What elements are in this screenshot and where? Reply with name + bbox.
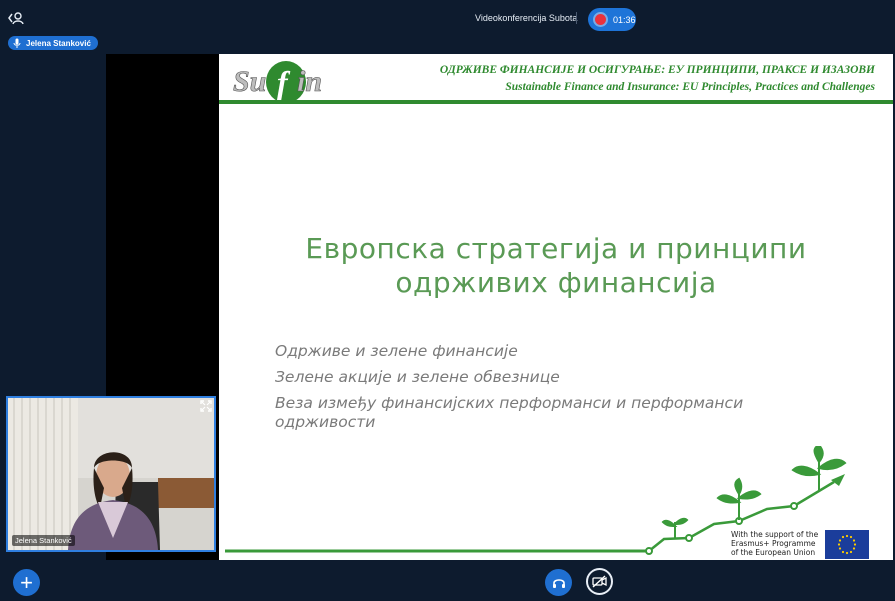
microphone-icon (13, 38, 21, 48)
header-divider (219, 100, 893, 104)
headphones-icon (552, 578, 565, 588)
video-toggle-button[interactable] (586, 568, 613, 595)
speaker-badge: Jelena Stanković (8, 36, 98, 50)
slide-header-english: Sustainable Finance and Insurance: EU Pr… (505, 81, 875, 93)
participant-video-frame (8, 398, 214, 550)
slide-title-line2: одрживих финансија (395, 266, 717, 299)
video-participant-name: Jelena Stanković (12, 535, 75, 546)
erasmus-line: Erasmus+ Programme (731, 539, 816, 548)
erasmus-line: of the European Union (731, 548, 816, 557)
audio-button[interactable] (545, 569, 572, 596)
bullet-item: Зелене акције и зелене обвезнице (275, 368, 560, 386)
participant-video-tile[interactable]: Jelena Stanković (6, 396, 216, 552)
speaker-name: Jelena Stanković (26, 38, 91, 48)
bullet-item: Одрживе и зелене финансије (275, 342, 518, 360)
record-icon (595, 14, 606, 25)
slide-title-line1: Европска стратегија и принципи (305, 232, 807, 265)
slide-bullets: Одрживе и зелене финансије Зелене акције… (275, 342, 795, 439)
expand-icon[interactable] (200, 400, 212, 412)
recording-timer[interactable]: 01:36 (588, 8, 636, 31)
plus-icon: + (20, 569, 33, 595)
sufin-logo: Su f in (233, 61, 322, 103)
meeting-title: Videokonferencija Subota (475, 13, 578, 23)
add-button[interactable]: + (13, 569, 40, 596)
slide-title: Европска стратегија и принципи одрживих … (259, 232, 853, 300)
title-separator (576, 12, 577, 24)
erasmus-support-text: With the support of the Erasmus+ Program… (731, 530, 818, 557)
bullet-item: Веза између финансијских перформанси и п… (275, 394, 744, 431)
timer-text: 01:36 (613, 14, 636, 25)
svg-text:Su: Su (233, 65, 266, 98)
user-back-icon[interactable] (7, 10, 25, 26)
eu-flag-icon (825, 530, 869, 559)
svg-text:in: in (297, 65, 322, 98)
shared-slide: Su f in ОДРЖИВЕ ФИНАНСИЈЕ И ОСИГУРАЊЕ: Е… (219, 54, 893, 560)
erasmus-line: With the support of the (731, 530, 819, 539)
top-bar: Videokonferencija Subota 01:36 Jelena St… (0, 0, 895, 56)
slide-header-serbian: ОДРЖИВЕ ФИНАНСИЈЕ И ОСИГУРАЊЕ: ЕУ ПРИНЦИ… (439, 64, 875, 76)
video-off-icon (592, 575, 607, 588)
